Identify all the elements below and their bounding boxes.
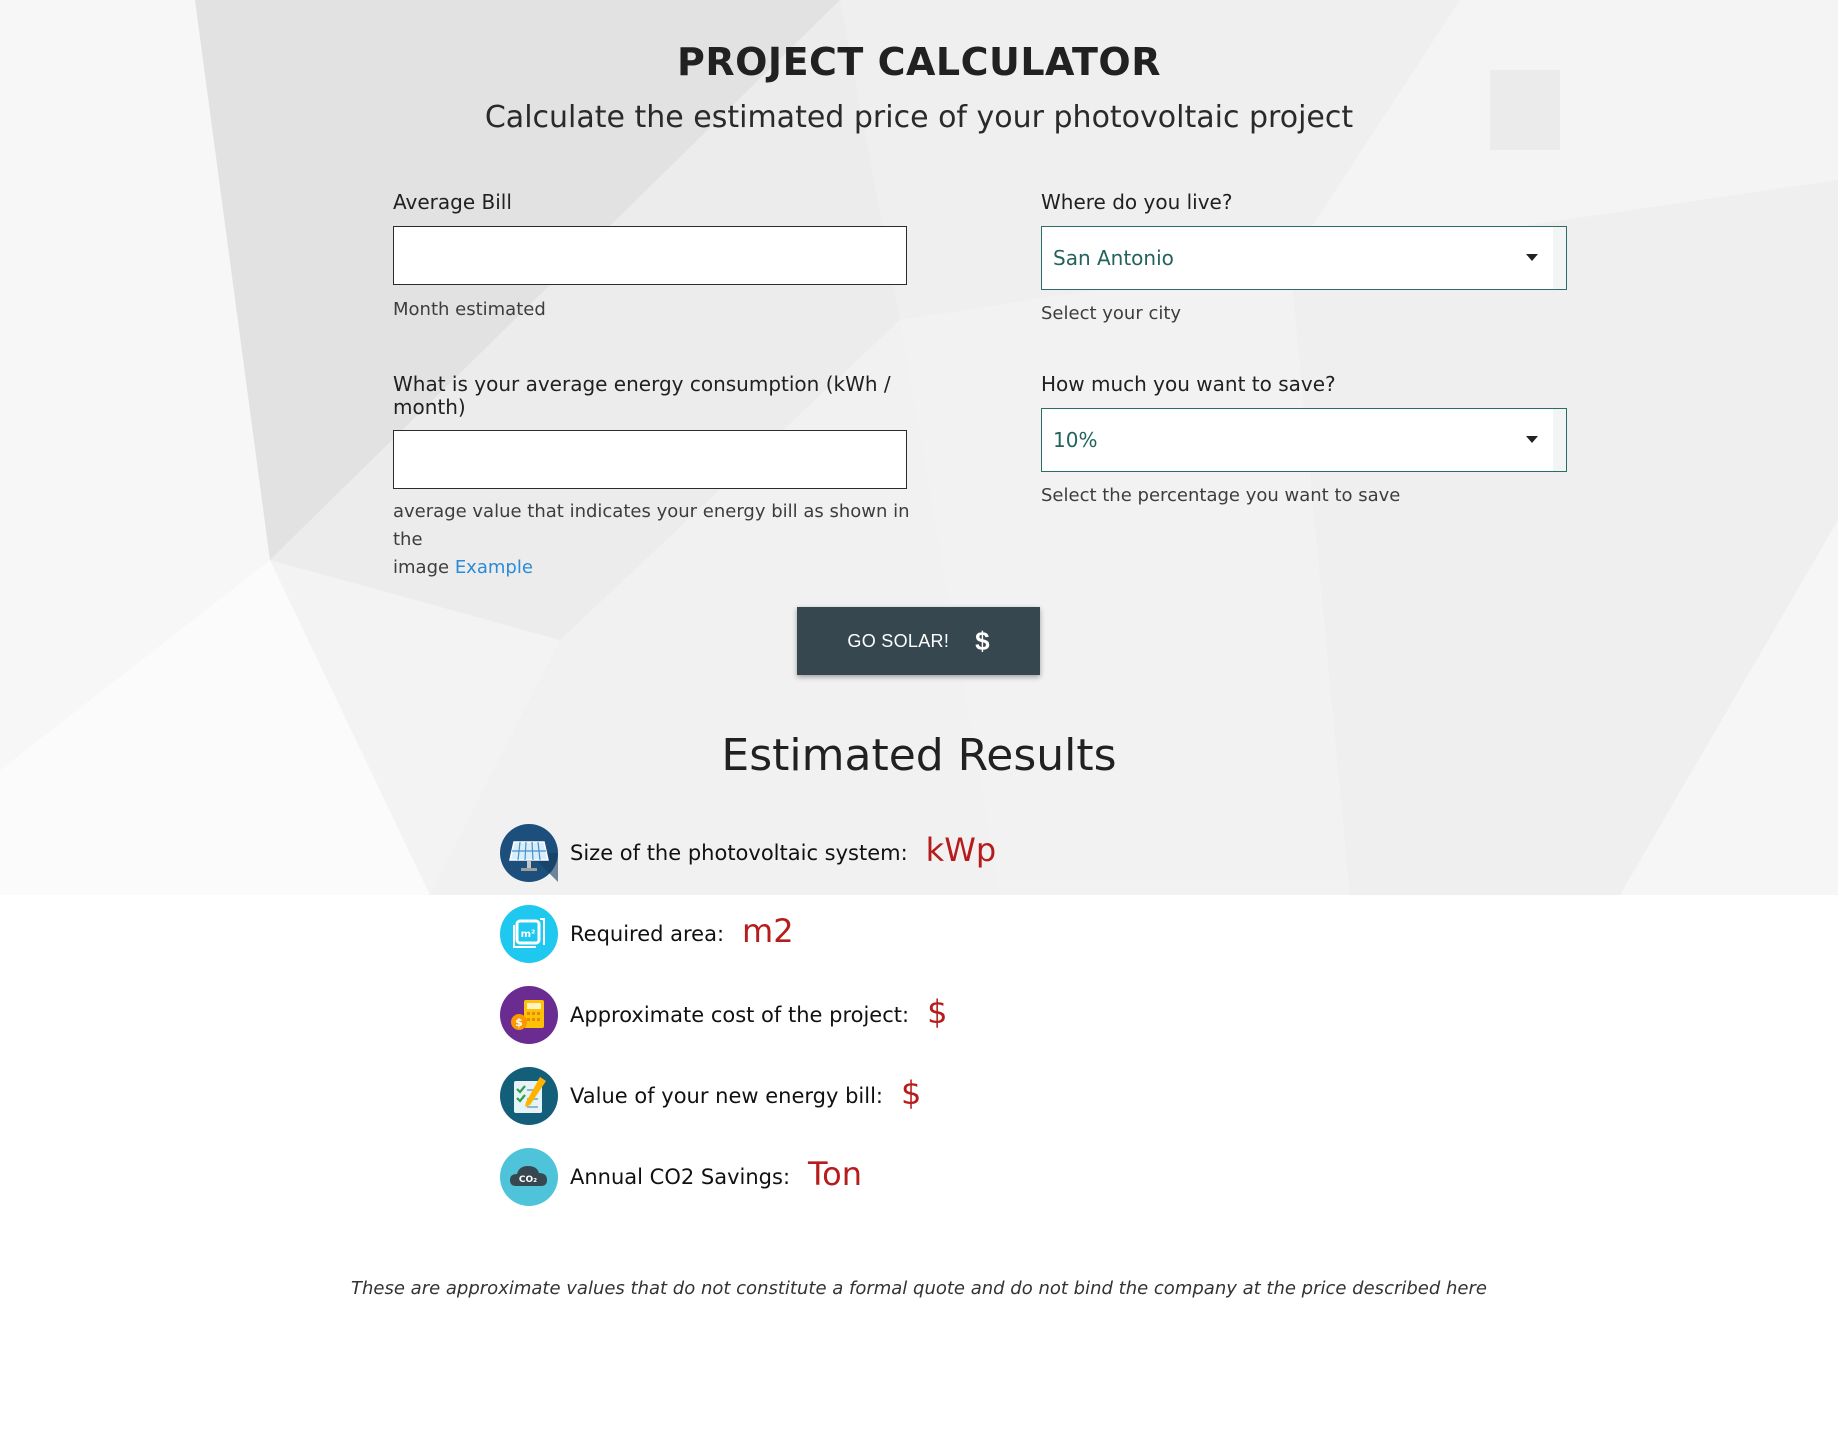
calculator-coin-icon: $ <box>500 986 558 1044</box>
svg-text:CO₂: CO₂ <box>519 1175 537 1185</box>
consumption-helper: average value that indicates your energy… <box>393 498 913 582</box>
average-bill-helper: Month estimated <box>393 299 546 320</box>
select-scroll-edge <box>1553 409 1566 471</box>
result-label: Value of your new energy bill: <box>570 1084 883 1108</box>
calculator-page: PROJECT CALCULATOR Calculate the estimat… <box>0 0 1838 1450</box>
result-label: Size of the photovoltaic system: <box>570 841 908 865</box>
bill-checklist-icon <box>500 1067 558 1125</box>
result-label: Annual CO2 Savings: <box>570 1165 791 1189</box>
average-bill-label: Average Bill <box>393 190 512 214</box>
result-label: Approximate cost of the project: <box>570 1003 910 1027</box>
disclaimer-text: These are approximate values that do not… <box>351 1278 1487 1299</box>
city-select[interactable]: San Antonio <box>1041 226 1567 290</box>
average-bill-input[interactable] <box>393 226 907 285</box>
result-unit: Ton <box>808 1155 862 1193</box>
go-solar-button[interactable]: GO SOLAR! $ <box>797 607 1040 675</box>
dollar-icon: $ <box>975 625 990 656</box>
example-link[interactable]: Example <box>455 557 533 578</box>
svg-text:m²: m² <box>521 929 536 940</box>
city-label: Where do you live? <box>1041 190 1233 214</box>
chevron-down-icon <box>1526 436 1538 443</box>
svg-text:$: $ <box>515 1016 523 1029</box>
consumption-label-line1: What is your average energy consumption … <box>393 372 891 396</box>
chevron-down-icon <box>1526 254 1538 261</box>
consumption-input[interactable] <box>393 430 907 489</box>
result-unit: $ <box>927 993 948 1031</box>
result-unit: m2 <box>742 912 794 950</box>
result-unit: kWp <box>925 831 997 869</box>
page-title: PROJECT CALCULATOR <box>677 40 1161 84</box>
consumption-helper-line2: image <box>393 557 450 578</box>
result-label: Required area: <box>570 922 725 946</box>
go-solar-label: GO SOLAR! <box>847 630 950 651</box>
savings-label: How much you want to save? <box>1041 372 1336 396</box>
consumption-helper-line1: average value that indicates your energy… <box>393 501 910 550</box>
result-row-project-cost: $ Approximate cost of the project: $ <box>500 985 947 1045</box>
page-subtitle: Calculate the estimated price of your ph… <box>484 100 1354 135</box>
result-row-new-bill: Value of your new energy bill: $ <box>500 1066 921 1126</box>
consumption-label: What is your average energy consumption … <box>393 373 913 419</box>
result-row-system-size: Size of the photovoltaic system: kWp <box>500 823 996 883</box>
savings-helper: Select the percentage you want to save <box>1041 485 1401 506</box>
select-scroll-edge <box>1553 227 1566 289</box>
consumption-label-line2: month) <box>393 395 466 419</box>
city-helper: Select your city <box>1041 303 1182 324</box>
area-m2-icon: m² <box>500 905 558 963</box>
result-row-required-area: m² Required area: m2 <box>500 904 794 964</box>
result-row-co2-savings: CO₂ Annual CO2 Savings: Ton <box>500 1147 862 1207</box>
city-select-value: San Antonio <box>1053 246 1174 270</box>
co2-cloud-icon: CO₂ <box>500 1148 558 1206</box>
solar-panel-icon <box>500 824 558 882</box>
results-title: Estimated Results <box>721 730 1117 781</box>
savings-select[interactable]: 10% <box>1041 408 1567 472</box>
result-unit: $ <box>901 1074 922 1112</box>
savings-select-value: 10% <box>1053 428 1098 452</box>
